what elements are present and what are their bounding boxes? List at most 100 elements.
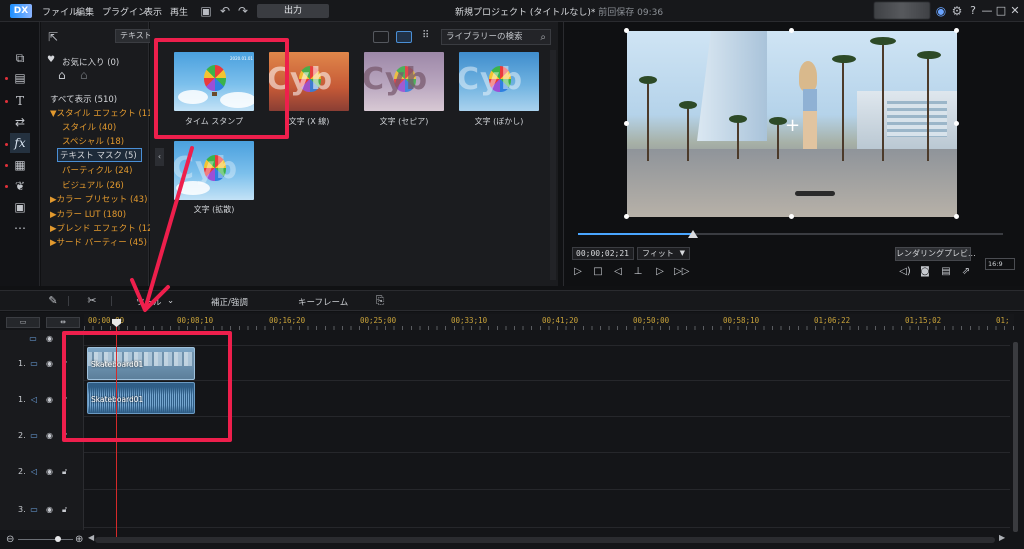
next-frame-icon[interactable]: ▷ <box>653 265 667 279</box>
library-scrollbar[interactable] <box>550 50 556 280</box>
tools-menu[interactable]: ツール <box>136 296 162 308</box>
split-icon[interactable]: ⊥ <box>631 265 645 279</box>
redo-icon[interactable]: ↷ <box>236 4 250 18</box>
pip-room-icon[interactable]: ▦ <box>10 155 30 175</box>
resize-handle[interactable] <box>789 28 794 33</box>
account-area[interactable] <box>874 2 930 19</box>
move-crosshair-icon[interactable]: + <box>785 117 800 135</box>
play-icon[interactable]: ▷ <box>571 265 585 279</box>
tree-item-particle[interactable]: パーティクル (24) <box>62 164 132 176</box>
volume-icon[interactable]: ◁) <box>898 265 912 279</box>
fast-forward-icon[interactable]: ▷▷ <box>674 265 689 279</box>
resize-handle[interactable] <box>624 28 629 33</box>
tree-item-visual[interactable]: ビジュアル (26) <box>62 179 124 191</box>
import-icon[interactable]: ⇱ <box>46 30 60 44</box>
resize-handle[interactable] <box>954 28 959 33</box>
resize-handle[interactable] <box>789 214 794 219</box>
clip-attributes-icon[interactable]: ⎘ <box>373 294 387 308</box>
zoom-slider-thumb[interactable] <box>55 536 61 542</box>
close-button[interactable]: ✕ <box>1008 3 1022 19</box>
render-preview-button[interactable]: レンダリングプレビ... <box>895 247 976 261</box>
subtitles-icon[interactable]: ▤ <box>939 265 953 279</box>
maximize-button[interactable]: □ <box>994 3 1008 19</box>
tree-item-style[interactable]: スタイル (40) <box>62 121 116 133</box>
keyframe-button[interactable]: キーフレーム <box>298 296 348 308</box>
tree-item-style-effects[interactable]: ▼スタイル エフェクト (113) <box>50 107 161 119</box>
collapse-panel-button[interactable]: ‹ <box>155 148 164 166</box>
subtitle-room-icon[interactable]: ▣ <box>10 197 30 217</box>
tree-item-third-party[interactable]: ▶サード パーティー (45) <box>50 236 147 248</box>
grid-view-icon[interactable] <box>396 31 412 43</box>
remove-favorite-icon[interactable]: ⌂ <box>80 68 88 82</box>
zoom-in-icon[interactable]: ⊕ <box>75 534 83 545</box>
timecode-field[interactable]: 00;00;02;21 <box>572 247 634 260</box>
library-item-blur-thumb[interactable]: Cyb <box>459 52 539 111</box>
eye-icon[interactable]: ◉ <box>46 431 53 440</box>
zoom-slider[interactable] <box>18 539 73 540</box>
lock-icon[interactable]: 🔓︎ <box>62 505 67 515</box>
scroll-left-icon[interactable]: ◀ <box>88 533 94 542</box>
menu-file[interactable]: ファイル <box>42 5 78 18</box>
scissors-icon[interactable]: ✂ <box>85 294 99 308</box>
fit-timeline-icon[interactable]: ⇹ <box>46 317 80 328</box>
resize-handle[interactable] <box>624 121 629 126</box>
more-icon[interactable]: ⋯ <box>10 218 30 238</box>
timeline-vertical-scrollbar[interactable] <box>1013 342 1018 532</box>
resize-handle[interactable] <box>954 214 959 219</box>
output-button[interactable]: 出力 <box>257 4 329 18</box>
search-icon[interactable]: ⌕ <box>540 31 546 45</box>
settings-icon[interactable]: ⚙ <box>950 4 964 18</box>
favorites-label[interactable]: お気に入り (0) <box>62 56 119 68</box>
library-item-sepia-thumb[interactable]: Cyb <box>364 52 444 111</box>
particle-room-icon[interactable]: ❦ <box>10 176 30 196</box>
previous-frame-icon[interactable]: ◁ <box>611 265 625 279</box>
title-room-icon[interactable]: T <box>10 91 30 111</box>
help-button[interactable]: ? <box>966 3 980 19</box>
undock-preview-icon[interactable]: ⇗ <box>959 265 973 279</box>
chevron-down-icon[interactable]: ⌄ <box>167 296 174 306</box>
fix-enhance-button[interactable]: 補正/強調 <box>211 296 248 308</box>
tree-item-blend-effects[interactable]: ▶ブレンド エフェクト (129) <box>50 222 161 234</box>
save-icon[interactable]: ▣ <box>199 4 213 18</box>
zoom-out-icon[interactable]: ⊖ <box>6 534 14 545</box>
menu-playback[interactable]: 再生 <box>170 5 188 18</box>
menu-plugin[interactable]: プラグイン <box>102 5 147 18</box>
tree-item-all[interactable]: すべて表示 (510) <box>50 93 117 105</box>
tree-item-color-lut[interactable]: ▶カラー LUT (180) <box>50 208 126 220</box>
list-view-icon[interactable] <box>373 31 389 43</box>
eye-icon[interactable]: ◉ <box>46 334 53 343</box>
add-favorite-icon[interactable]: ⌂ <box>58 68 66 82</box>
media-room-icon[interactable]: ⧉ <box>10 48 30 68</box>
lock-icon[interactable]: 🔓︎ <box>62 467 67 477</box>
library-search-input[interactable]: ライブラリーの検索 ⌕ <box>441 29 551 45</box>
eye-icon[interactable]: ◉ <box>46 359 53 368</box>
tree-item-text-mask[interactable]: テキスト マスク (5) <box>57 148 142 162</box>
stop-icon[interactable]: □ <box>591 265 605 279</box>
library-item-diffuse-thumb[interactable]: Cyb <box>174 141 254 200</box>
menu-edit[interactable]: 編集 <box>76 5 94 18</box>
undo-icon[interactable]: ↶ <box>218 4 232 18</box>
seek-thumb[interactable] <box>687 230 698 238</box>
eye-icon[interactable]: ◉ <box>46 395 53 404</box>
preview-video[interactable]: + <box>627 31 957 217</box>
notification-icon[interactable]: ◉ <box>934 4 948 18</box>
snapshot-icon[interactable]: ◙ <box>918 265 932 279</box>
tree-item-special[interactable]: スペシャル (18) <box>62 135 124 147</box>
resize-handle[interactable] <box>954 121 959 126</box>
track-manager-icon[interactable]: ▭ <box>6 317 40 328</box>
tree-item-color-presets[interactable]: ▶カラー プリセット (43) <box>50 193 147 205</box>
effect-room-icon[interactable]: fx <box>10 133 30 153</box>
menu-view[interactable]: 表示 <box>144 5 162 18</box>
small-grid-icon[interactable]: ⠿ <box>422 30 429 41</box>
scroll-right-icon[interactable]: ▶ <box>999 533 1005 542</box>
pen-icon[interactable]: ✎ <box>46 294 60 308</box>
template-room-icon[interactable]: ▤ <box>10 68 30 88</box>
minimize-button[interactable]: — <box>980 3 994 19</box>
resize-handle[interactable] <box>624 214 629 219</box>
aspect-ratio-select[interactable]: 16:9 <box>985 258 1015 270</box>
zoom-fit-select[interactable]: フィット ▼ <box>637 247 690 260</box>
eye-icon[interactable]: ◉ <box>46 467 53 476</box>
transition-room-icon[interactable]: ⇄ <box>10 112 30 132</box>
timeline-horizontal-scrollbar[interactable] <box>95 537 995 543</box>
eye-icon[interactable]: ◉ <box>46 505 53 514</box>
